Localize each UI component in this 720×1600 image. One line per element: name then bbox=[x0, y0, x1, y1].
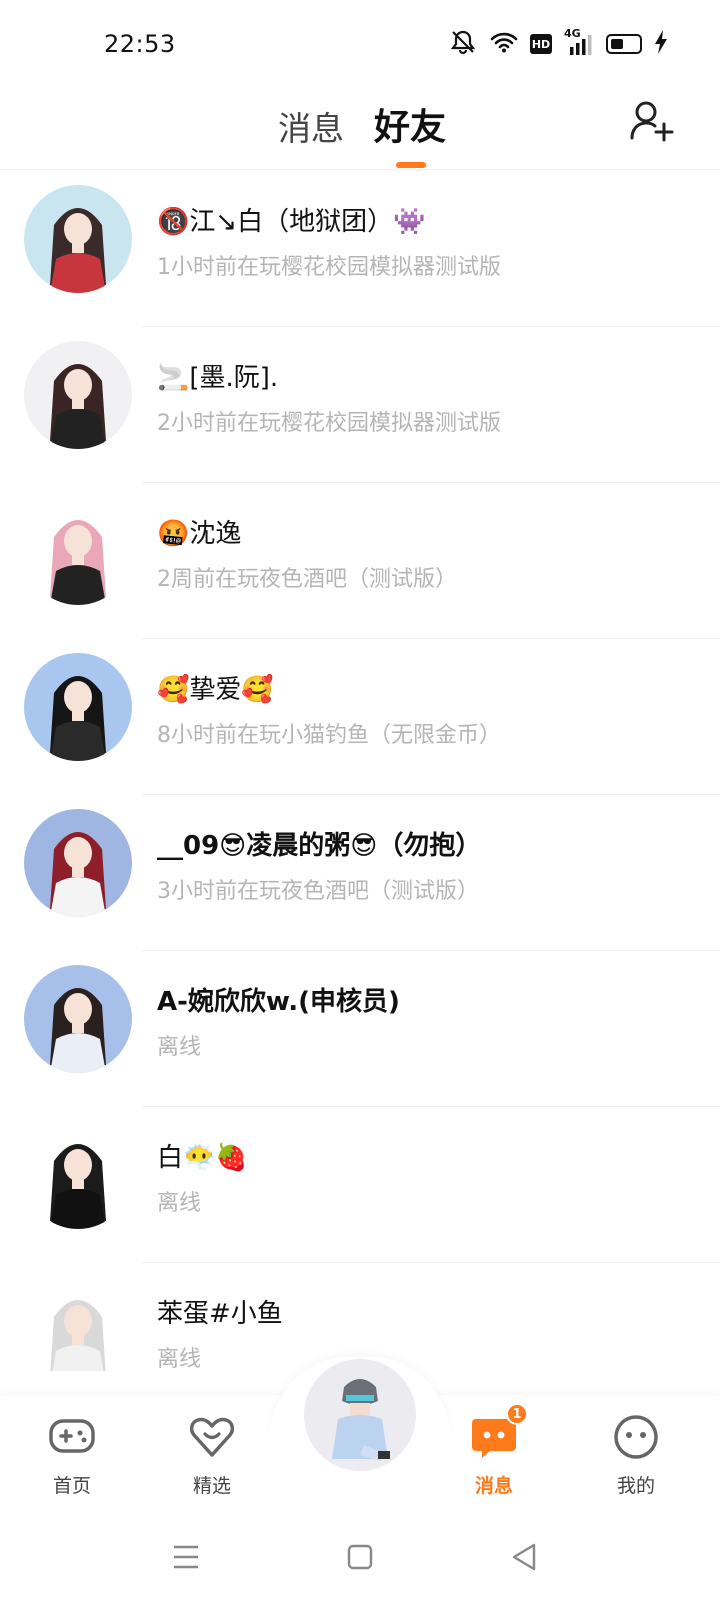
friend-item[interactable]: A-婉欣欣w.(申核员) 离线 bbox=[0, 951, 720, 1107]
avatar[interactable] bbox=[24, 497, 132, 605]
avatar[interactable] bbox=[24, 809, 132, 917]
friend-item[interactable]: 🔞江↘白（地狱团）👾 1小时前在玩樱花校园模拟器测试版 bbox=[0, 171, 720, 327]
hd-badge: HD bbox=[530, 34, 552, 54]
add-friend-button[interactable] bbox=[628, 98, 674, 144]
friend-item[interactable]: 🤬沈逸 2周前在玩夜色酒吧（测试版） bbox=[0, 483, 720, 639]
friend-status: 离线 bbox=[157, 1347, 202, 1371]
friend-status: 2周前在玩夜色酒吧（测试版） bbox=[157, 567, 457, 592]
friend-status: 离线 bbox=[157, 1035, 202, 1060]
chat-icon: 1 bbox=[470, 1403, 528, 1461]
unread-badge: 1 bbox=[506, 1403, 528, 1425]
friend-item[interactable]: 🥰挚爱🥰 8小时前在玩小猫钓鱼（无限金币） bbox=[0, 639, 720, 795]
center-avatar-image bbox=[304, 1359, 416, 1471]
friend-name: A-婉欣欣w.(申核员) bbox=[157, 987, 400, 1017]
battery-level bbox=[611, 39, 623, 49]
avatar[interactable] bbox=[24, 965, 132, 1073]
battery-icon bbox=[606, 34, 642, 54]
center-avatar-button[interactable] bbox=[304, 1359, 416, 1471]
tab-friends[interactable]: 好友 bbox=[374, 98, 446, 150]
nav-mine[interactable]: 我的 bbox=[591, 1413, 681, 1498]
add-user-icon bbox=[630, 101, 674, 142]
avatar[interactable] bbox=[24, 185, 132, 293]
friend-name: 🥰挚爱🥰 bbox=[157, 675, 274, 705]
menu-button[interactable] bbox=[166, 1537, 206, 1577]
bottom-nav: 首页 精选 1 消息 我的 bbox=[0, 1357, 720, 1515]
menu-icon bbox=[174, 1545, 198, 1569]
nav-label: 首页 bbox=[52, 1475, 91, 1497]
friend-name: 🚬[墨.阮]. bbox=[157, 363, 279, 393]
avatar[interactable] bbox=[24, 1277, 132, 1371]
back-triangle-icon bbox=[512, 1543, 536, 1571]
status-icons: HD 4G bbox=[448, 27, 668, 59]
friend-status: 8小时前在玩小猫钓鱼（无限金币） bbox=[157, 723, 501, 748]
charging-icon bbox=[654, 30, 668, 58]
status-time: 22:53 bbox=[104, 30, 176, 58]
friend-item[interactable]: 🚬[墨.阮]. 2小时前在玩樱花校园模拟器测试版 bbox=[0, 327, 720, 483]
nav-label: 我的 bbox=[616, 1475, 655, 1497]
wifi-icon bbox=[490, 31, 518, 57]
friend-list: 🔞江↘白（地狱团）👾 1小时前在玩樱花校园模拟器测试版 🚬[墨.阮]. 2小时前… bbox=[0, 171, 720, 1371]
mute-bell-icon bbox=[448, 29, 478, 59]
tab-indicator bbox=[396, 162, 426, 168]
signal-icon: 4G bbox=[564, 27, 594, 57]
nav-home[interactable]: 首页 bbox=[27, 1413, 117, 1498]
status-bar: 22:53 HD 4G bbox=[0, 0, 720, 90]
friend-item[interactable]: 白😶‍🌫️🍓 离线 bbox=[0, 1107, 720, 1263]
friend-name: 🤬沈逸 bbox=[157, 519, 242, 549]
home-button[interactable] bbox=[340, 1537, 380, 1577]
smiley-face-icon bbox=[612, 1413, 660, 1461]
nav-featured[interactable]: 精选 bbox=[167, 1413, 257, 1498]
avatar[interactable] bbox=[24, 1121, 132, 1229]
nav-label: 精选 bbox=[192, 1475, 231, 1497]
friend-status: 离线 bbox=[157, 1191, 202, 1216]
gamepad-icon bbox=[48, 1413, 96, 1461]
back-button[interactable] bbox=[504, 1537, 544, 1577]
friend-name: 白😶‍🌫️🍓 bbox=[157, 1143, 248, 1173]
square-icon bbox=[347, 1544, 373, 1570]
system-nav-bar bbox=[0, 1515, 720, 1600]
nav-label: 消息 bbox=[474, 1475, 513, 1497]
heart-icon bbox=[188, 1413, 236, 1461]
avatar[interactable] bbox=[24, 653, 132, 761]
friend-item[interactable]: __09😎凌晨的粥😎（勿抱） 3小时前在玩夜色酒吧（测试版） bbox=[0, 795, 720, 951]
friend-name: 🔞江↘白（地狱团）👾 bbox=[157, 207, 426, 237]
friend-name: 苯蛋#小鱼 bbox=[157, 1299, 283, 1329]
screen: 22:53 HD 4G 消息 好友 🔞江↘白（地狱团）👾 1小时前在玩樱花校园模… bbox=[0, 0, 720, 1600]
friend-status: 2小时前在玩樱花校园模拟器测试版 bbox=[157, 411, 501, 436]
friend-status: 1小时前在玩樱花校园模拟器测试版 bbox=[157, 255, 501, 280]
header: 消息 好友 bbox=[0, 90, 720, 170]
friend-status: 3小时前在玩夜色酒吧（测试版） bbox=[157, 879, 479, 904]
nav-messages[interactable]: 1 消息 bbox=[449, 1403, 539, 1498]
friend-name: __09😎凌晨的粥😎（勿抱） bbox=[157, 831, 482, 861]
avatar[interactable] bbox=[24, 341, 132, 449]
tab-messages[interactable]: 消息 bbox=[278, 102, 344, 150]
friend-item[interactable]: 苯蛋#小鱼 离线 bbox=[0, 1263, 720, 1371]
